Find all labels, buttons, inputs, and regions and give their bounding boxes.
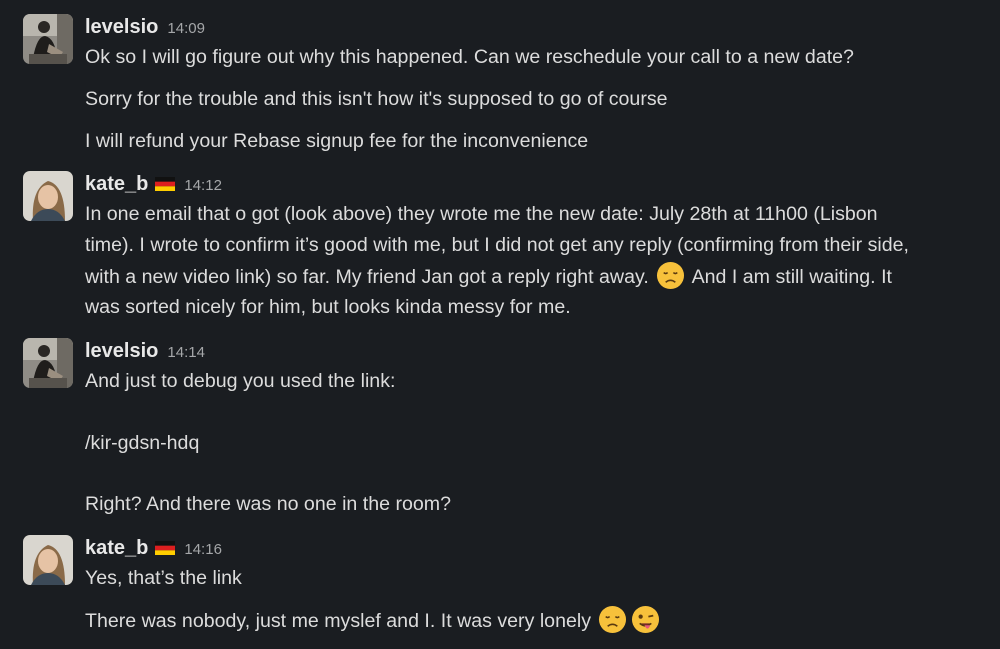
- germany-flag-icon: [155, 177, 176, 191]
- message-text: Yes, that’s the link: [85, 567, 242, 589]
- germany-flag-icon: [155, 541, 176, 555]
- message-header: kate_b 14:12: [85, 171, 222, 197]
- disappointed-face-icon: [657, 261, 685, 290]
- disappointed-face-icon: [599, 605, 627, 634]
- message-header: levelsio 14:14: [85, 338, 205, 364]
- message-kate-b-2: kate_b 14:16 Yes, that’s the link There w…: [0, 535, 1000, 645]
- message-text: And I am still waiting. It: [691, 266, 892, 288]
- message-text: Ok so I will go figure out why this happ…: [85, 46, 854, 68]
- username[interactable]: levelsio: [85, 16, 158, 38]
- message-levelsio-2: levelsio 14:14 And just to debug you used…: [0, 338, 1000, 523]
- message-text: /kir-gdsn-hdq: [85, 432, 200, 454]
- timestamp[interactable]: 14:12: [184, 177, 222, 194]
- message-text: I will refund your Rebase signup fee for…: [85, 130, 589, 152]
- username[interactable]: kate_b: [85, 173, 148, 195]
- message-text: And just to debug you used the link:: [85, 370, 396, 392]
- message-text: Right? And there was no one in the room?: [85, 493, 451, 515]
- avatar[interactable]: [23, 338, 73, 388]
- avatar[interactable]: [23, 535, 73, 585]
- timestamp[interactable]: 14:16: [184, 541, 222, 558]
- winking-face-with-tongue-icon: [632, 605, 660, 634]
- username[interactable]: levelsio: [85, 340, 158, 362]
- message-text-with-emoji: with a new video link) so far. My friend…: [85, 261, 892, 293]
- message-kate-b-1: kate_b 14:12 In one email that o got (loo…: [0, 171, 1000, 326]
- avatar[interactable]: [23, 14, 73, 64]
- message-levelsio-1: levelsio 14:09 Ok so I will go figure out…: [0, 14, 1000, 159]
- message-header: levelsio 14:09: [85, 14, 205, 40]
- timestamp[interactable]: 14:14: [167, 344, 205, 361]
- message-text: time). I wrote to confirm it’s good with…: [85, 234, 909, 256]
- message-text: Sorry for the trouble and this isn't how…: [85, 88, 668, 110]
- message-header: kate_b 14:16: [85, 535, 222, 561]
- message-text: There was nobody, just me myslef and I. …: [85, 610, 592, 632]
- timestamp[interactable]: 14:09: [167, 20, 205, 37]
- message-text: was sorted nicely for him, but looks kin…: [85, 296, 571, 318]
- message-text: In one email that o got (look above) the…: [85, 203, 878, 225]
- message-text: with a new video link) so far. My friend…: [85, 266, 649, 288]
- username[interactable]: kate_b: [85, 537, 148, 559]
- avatar[interactable]: [23, 171, 73, 221]
- message-text-with-emoji: There was nobody, just me myslef and I. …: [85, 605, 662, 637]
